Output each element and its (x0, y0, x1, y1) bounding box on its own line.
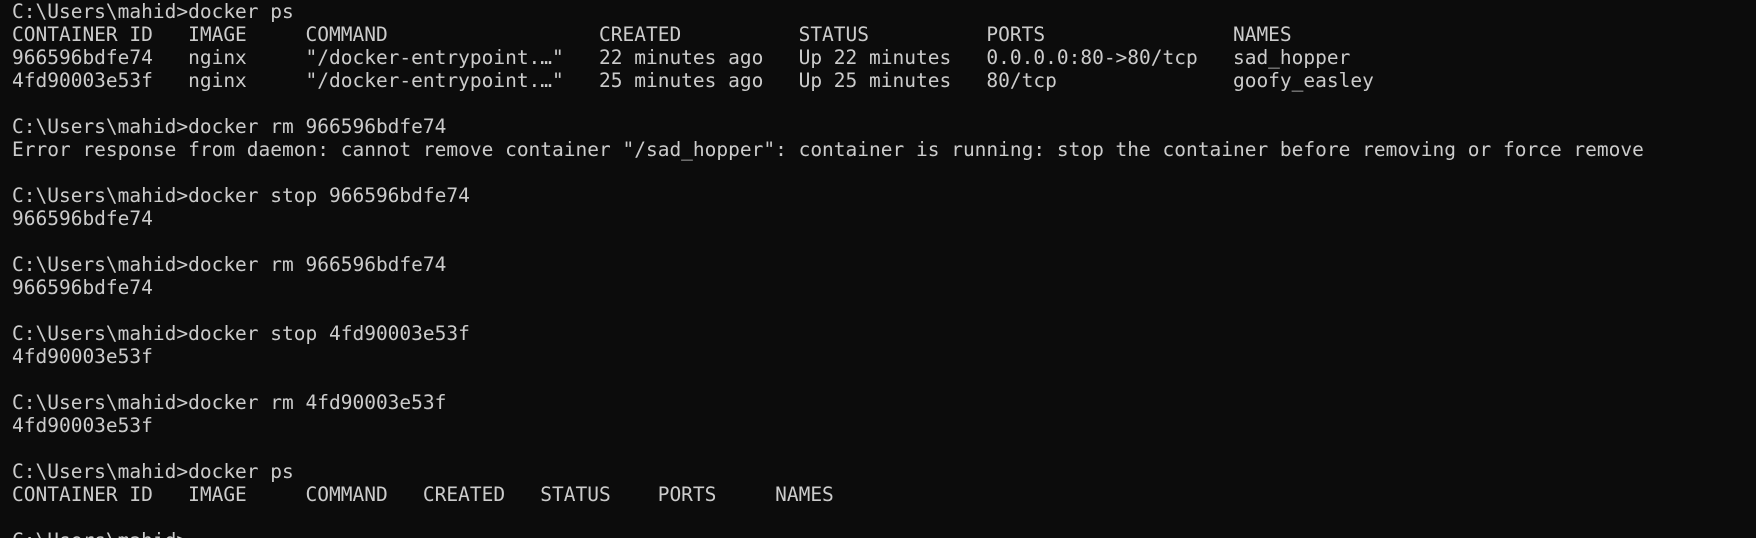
terminal-line: 4fd90003e53f nginx "/docker-entrypoint.…… (12, 69, 1374, 92)
terminal-line: C:\Users\mahid>docker stop 4fd90003e53f (12, 322, 470, 345)
terminal-line: CONTAINER ID IMAGE COMMAND CREATED STATU… (12, 23, 1292, 46)
terminal-line: 4fd90003e53f (12, 414, 153, 437)
terminal-line: 4fd90003e53f (12, 345, 153, 368)
terminal-line: C:\Users\mahid>docker stop 966596bdfe74 (12, 184, 470, 207)
terminal-line: 966596bdfe74 nginx "/docker-entrypoint.…… (12, 46, 1351, 69)
terminal-line: 966596bdfe74 (12, 276, 153, 299)
terminal-window[interactable]: C:\Users\mahid>docker ps CONTAINER ID IM… (0, 0, 1756, 538)
terminal-line: C:\Users\mahid>docker rm 966596bdfe74 (12, 115, 447, 138)
terminal-line: C:\Users\mahid>docker rm 4fd90003e53f (12, 391, 447, 414)
terminal-line: C:\Users\mahid>docker rm 966596bdfe74 (12, 253, 447, 276)
terminal-line: CONTAINER ID IMAGE COMMAND CREATED STATU… (12, 483, 834, 506)
terminal-line: C:\Users\mahid>docker ps (12, 0, 294, 23)
terminal-line: C:\Users\mahid>docker ps (12, 460, 294, 483)
error-message: Error response from daemon: cannot remov… (12, 138, 1644, 161)
terminal-line: 966596bdfe74 (12, 207, 153, 230)
current-prompt[interactable]: C:\Users\mahid> (12, 529, 1756, 538)
